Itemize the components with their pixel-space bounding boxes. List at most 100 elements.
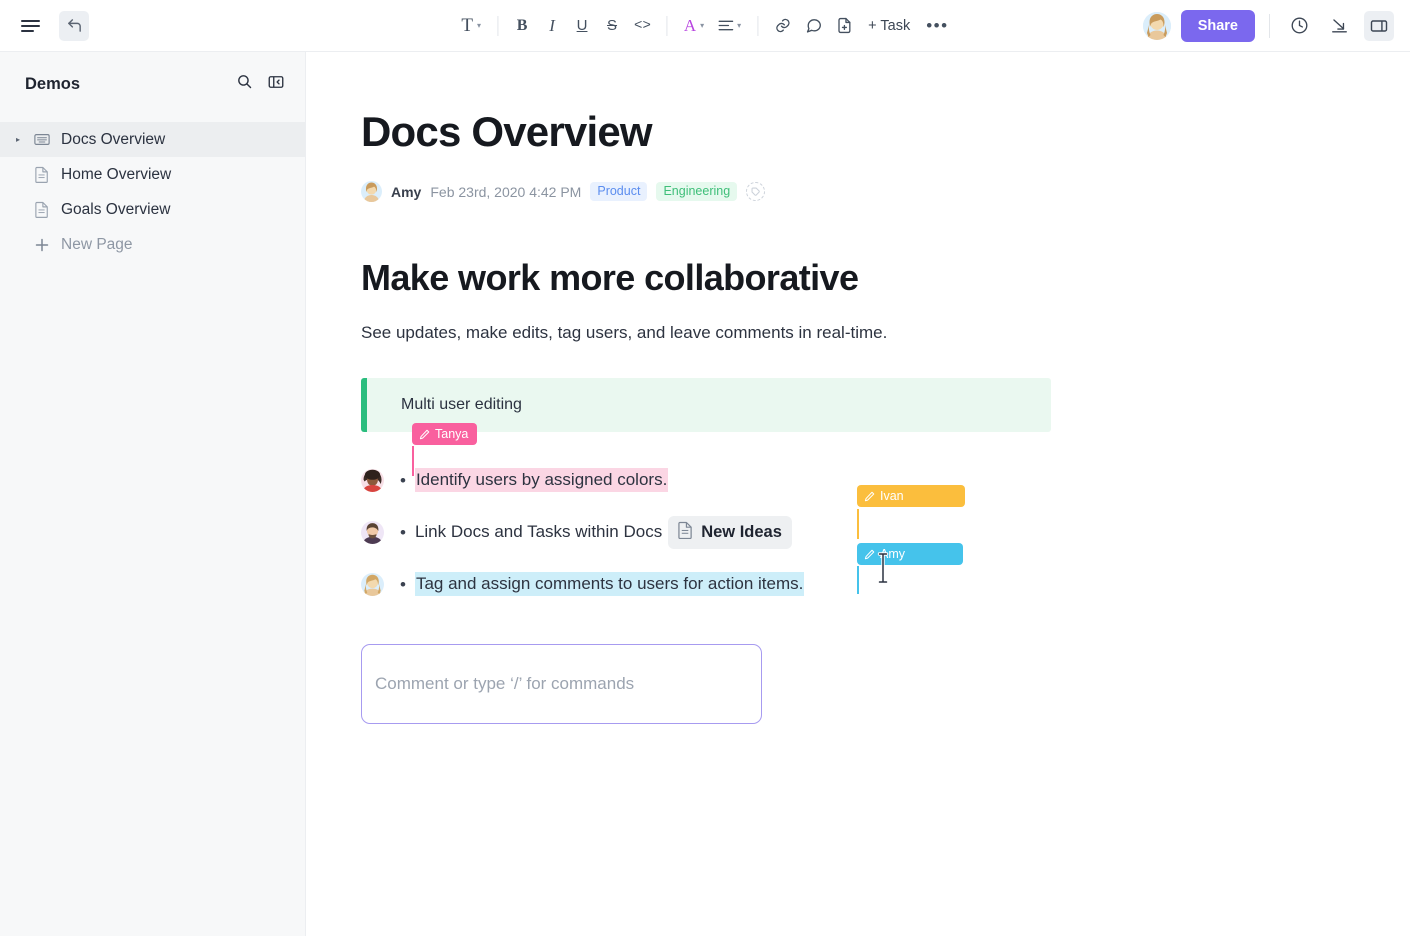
cursor-caret-tanya [412, 446, 414, 476]
avatar-amy-icon [361, 573, 384, 596]
underline-button[interactable]: U [568, 11, 596, 41]
cursor-label-name: Tanya [435, 427, 468, 441]
add-file-icon [836, 17, 852, 34]
underline-icon: U [577, 17, 588, 34]
document-author: Amy [391, 184, 421, 200]
ellipsis-icon: ••• [926, 16, 948, 36]
sidebar-collapse-icon[interactable] [267, 73, 285, 96]
doc-link-chip-new-ideas[interactable]: New Ideas [668, 516, 792, 549]
add-comment-button[interactable] [799, 11, 828, 41]
strikethrough-icon: S [607, 17, 617, 34]
bullet-marker: • [400, 472, 406, 489]
avatar[interactable] [361, 521, 384, 544]
bullet-list: • Identify users by assigned colors. Tan… [361, 454, 1410, 610]
search-icon[interactable] [236, 73, 253, 95]
sidebar-item-home-overview[interactable]: Home Overview [0, 157, 305, 192]
list-item[interactable]: • Tag and assign comments to users for a… [361, 558, 1410, 610]
share-button[interactable]: Share [1181, 10, 1255, 42]
toolbar-divider [757, 16, 758, 36]
strikethrough-button[interactable]: S [598, 11, 626, 41]
callout-text: Multi user editing [401, 396, 522, 413]
font-color-button[interactable]: A ▾ [678, 11, 710, 41]
insert-link-button[interactable] [768, 11, 797, 41]
add-task-button[interactable]: + Task [860, 11, 918, 41]
comment-input[interactable]: Comment or type ‘/’ for commands [361, 644, 762, 724]
document-content: Docs Overview Amy Feb 23rd, 2020 4:42 PM… [306, 52, 1410, 724]
collapse-button[interactable] [1324, 11, 1354, 41]
italic-button[interactable]: I [538, 11, 566, 41]
sidebar-item-label: New Page [61, 236, 133, 254]
tag-product[interactable]: Product [590, 182, 647, 201]
avatar-ivan-icon [361, 521, 384, 544]
text-style-label: T [461, 15, 473, 37]
more-options-button[interactable]: ••• [920, 11, 954, 41]
undo-button[interactable] [59, 11, 89, 41]
sidebar-item-label: Home Overview [61, 166, 171, 184]
sidebar-item-label: Docs Overview [61, 131, 165, 149]
list-item-text: Identify users by assigned colors. [415, 468, 668, 492]
link-icon [774, 17, 791, 34]
avatar-amy-icon [1143, 12, 1171, 40]
avatar[interactable] [361, 469, 384, 492]
tag-engineering[interactable]: Engineering [656, 182, 737, 201]
code-icon: <> [634, 18, 651, 34]
history-button[interactable] [1284, 11, 1314, 41]
list-item-text: Tag and assign comments to users for act… [415, 572, 804, 596]
document-date: Feb 23rd, 2020 4:42 PM [430, 184, 581, 200]
align-button[interactable]: ▾ [712, 11, 747, 41]
comment-placeholder: Comment or type ‘/’ for commands [375, 674, 634, 694]
avatar[interactable] [1143, 12, 1171, 40]
insert-doc-button[interactable] [830, 11, 858, 41]
toolbar-divider [1269, 14, 1270, 38]
section-subtext: See updates, make edits, tag users, and … [361, 323, 1410, 343]
chevron-down-icon: ▾ [477, 21, 481, 30]
cursor-label-tanya: Tanya [412, 423, 477, 445]
hamburger-menu-icon[interactable] [15, 11, 45, 41]
document-icon [33, 201, 51, 218]
align-left-icon [718, 19, 733, 32]
italic-icon: I [549, 16, 555, 36]
sidebar-item-label: Goals Overview [61, 201, 170, 219]
chevron-down-icon: ▾ [700, 21, 704, 30]
comment-icon [805, 17, 822, 34]
clock-icon [1290, 16, 1309, 35]
collapse-arrow-icon [1330, 16, 1349, 35]
sidebar-item-goals-overview[interactable]: Goals Overview [0, 192, 305, 227]
avatar[interactable] [361, 573, 384, 596]
cursor-caret-amy [857, 566, 859, 594]
avatar[interactable] [361, 181, 382, 202]
list-item-text: Link Docs and Tasks within Docs [415, 522, 662, 542]
avatar-amy-icon [361, 181, 382, 202]
toolbar-left-group [0, 11, 306, 41]
bullet-marker: • [400, 576, 406, 593]
top-toolbar: T ▾ B I U S <> A ▾ ▾ [0, 0, 1410, 52]
sidebar-item-docs-overview[interactable]: ▸ Docs Overview [0, 122, 305, 157]
expand-arrow-icon[interactable]: ▸ [13, 135, 23, 144]
font-color-icon: A [684, 16, 696, 36]
chevron-down-icon: ▾ [737, 21, 741, 30]
sidebar-header: Demos [0, 52, 305, 116]
formatting-toolbar: T ▾ B I U S <> A ▾ ▾ [455, 11, 954, 41]
toolbar-divider [497, 16, 498, 36]
code-button[interactable]: <> [628, 11, 657, 41]
sidebar: Demos ▸ [0, 52, 306, 936]
undo-arrow-icon [66, 17, 83, 34]
toolbar-right-group: Share [1143, 10, 1410, 42]
sidebar-page-list: ▸ Docs Overview [0, 116, 305, 262]
pencil-icon [864, 549, 875, 560]
toggle-right-panel-button[interactable] [1364, 11, 1394, 41]
cursor-label-name: Amy [880, 547, 905, 561]
plus-icon [33, 238, 51, 252]
document-area: Docs Overview Amy Feb 23rd, 2020 4:42 PM… [306, 52, 1410, 936]
document-icon [678, 521, 693, 544]
bold-button[interactable]: B [508, 11, 536, 41]
sidebar-item-new-page[interactable]: New Page [0, 227, 305, 262]
text-style-button[interactable]: T ▾ [455, 11, 487, 41]
right-panel-icon [1369, 16, 1389, 36]
cursor-label-ivan: Ivan [857, 485, 965, 507]
app-body: Demos ▸ [0, 52, 1410, 936]
toolbar-divider [667, 16, 668, 36]
add-tag-icon[interactable] [746, 182, 765, 201]
bold-icon: B [517, 17, 528, 35]
cursor-caret-ivan [857, 509, 859, 539]
